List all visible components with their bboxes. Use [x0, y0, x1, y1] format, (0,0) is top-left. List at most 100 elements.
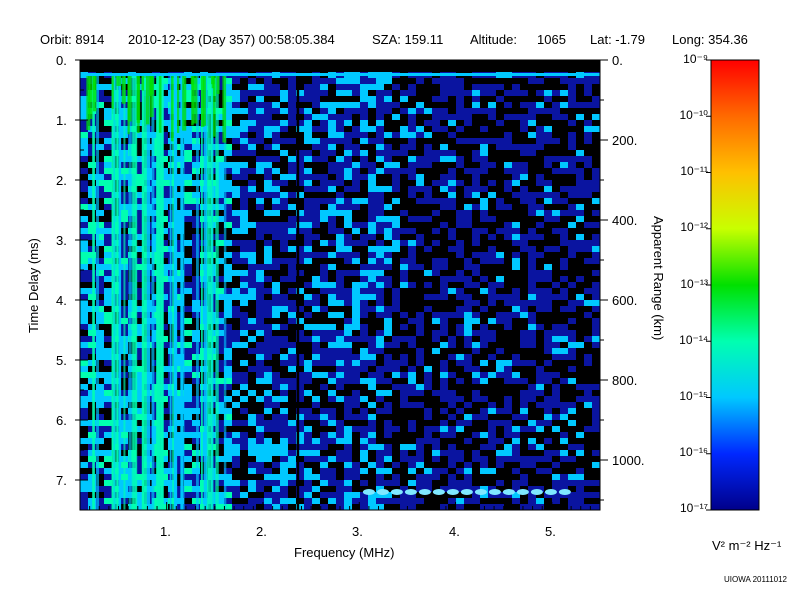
heatmap-cell: [544, 204, 552, 210]
heatmap-cell: [576, 234, 584, 240]
heatmap-cell: [376, 234, 384, 240]
heatmap-cell: [80, 246, 88, 252]
heatmap-cell: [344, 276, 352, 282]
heatmap-cell: [584, 270, 592, 276]
heatmap-cell: [240, 234, 248, 240]
heatmap-cell: [320, 318, 328, 324]
heatmap-cell: [328, 204, 336, 210]
heatmap-cell: [456, 186, 464, 192]
heatmap-cell: [440, 252, 448, 258]
heatmap-cell: [288, 282, 296, 288]
heatmap-cell: [576, 270, 584, 276]
heatmap-cell: [232, 162, 240, 168]
heatmap-cell: [432, 84, 440, 90]
heatmap-cell: [432, 342, 440, 348]
heatmap-cell: [352, 432, 360, 438]
heatmap-cell: [384, 84, 392, 90]
heatmap-cell: [544, 150, 552, 156]
heatmap-cell: [560, 426, 568, 432]
heatmap-cell: [232, 396, 240, 402]
heatmap-cell: [496, 450, 504, 456]
heatmap-streak: [112, 74, 114, 510]
heatmap-cell: [272, 126, 280, 132]
heatmap-cell: [416, 288, 424, 294]
heatmap-cell: [432, 300, 440, 306]
heatmap-cell: [240, 84, 248, 90]
heatmap-cell: [256, 444, 264, 450]
heatmap-cell: [184, 486, 192, 492]
heatmap-cell: [248, 414, 256, 420]
heatmap-cell: [488, 378, 496, 384]
heatmap-cell: [400, 198, 408, 204]
heatmap-cell: [464, 378, 472, 384]
heatmap-cell: [400, 126, 408, 132]
heatmap-cell: [360, 468, 368, 474]
colorbar-tick-label: 10⁻⁹: [683, 52, 708, 66]
heatmap-cell: [336, 312, 344, 318]
heatmap-cell: [416, 246, 424, 252]
heatmap-cell: [104, 258, 112, 264]
heatmap-cell: [240, 474, 248, 480]
heatmap-cell: [424, 450, 432, 456]
heatmap-cell: [528, 294, 536, 300]
heatmap-cell: [496, 246, 504, 252]
heatmap-cell: [584, 276, 592, 282]
heatmap-cell: [400, 84, 408, 90]
heatmap-cell: [184, 396, 192, 402]
heatmap-cell: [464, 174, 472, 180]
heatmap-cell: [544, 228, 552, 234]
heatmap-cell: [376, 390, 384, 396]
heatmap-cell: [336, 102, 344, 108]
heatmap-cell: [304, 306, 312, 312]
heatmap-cell: [488, 306, 496, 312]
heatmap-cell: [560, 282, 568, 288]
heatmap-cell: [424, 126, 432, 132]
heatmap-cell: [480, 132, 488, 138]
heatmap-cell: [232, 156, 240, 162]
heatmap-cell: [80, 378, 88, 384]
heatmap-cell: [336, 90, 344, 96]
heatmap-cell: [104, 480, 112, 486]
heatmap-cell: [304, 120, 312, 126]
heatmap-cell: [376, 468, 384, 474]
heatmap-cell: [320, 450, 328, 456]
heatmap-cell: [184, 186, 192, 192]
heatmap-cell: [384, 192, 392, 198]
heatmap-cell: [512, 126, 520, 132]
heatmap-cell: [496, 264, 504, 270]
heatmap-cell: [280, 78, 288, 84]
heatmap-cell: [264, 162, 272, 168]
heatmap-cell: [312, 108, 320, 114]
heatmap-cell: [520, 354, 528, 360]
heatmap-cell: [504, 174, 512, 180]
heatmap-cell: [480, 384, 488, 390]
heatmap-cell: [256, 180, 264, 186]
heatmap-cell: [512, 402, 520, 408]
heatmap-cell: [408, 330, 416, 336]
heatmap-cell: [544, 366, 552, 372]
heatmap-cell: [352, 156, 360, 162]
heatmap-cell: [416, 168, 424, 174]
heatmap-streak: [203, 74, 208, 510]
heatmap-cell: [256, 276, 264, 282]
heatmap-cell: [560, 102, 568, 108]
heatmap-cell: [552, 210, 560, 216]
heatmap-cell: [184, 480, 192, 486]
heatmap-cell: [408, 288, 416, 294]
heatmap-cell: [552, 264, 560, 270]
heatmap-cell: [360, 186, 368, 192]
heatmap-cell: [528, 90, 536, 96]
heatmap-cell: [392, 312, 400, 318]
heatmap-cell: [384, 126, 392, 132]
heatmap-cell: [320, 210, 328, 216]
heatmap-cell: [184, 174, 192, 180]
heatmap-cell: [248, 408, 256, 414]
heatmap-cell: [368, 276, 376, 282]
heatmap-cell: [328, 258, 336, 264]
heatmap-cell: [552, 420, 560, 426]
heatmap-cell: [496, 336, 504, 342]
heatmap-cell: [464, 372, 472, 378]
heatmap-cell: [456, 498, 464, 504]
heatmap-cell: [504, 468, 512, 474]
heatmap-cell: [552, 234, 560, 240]
